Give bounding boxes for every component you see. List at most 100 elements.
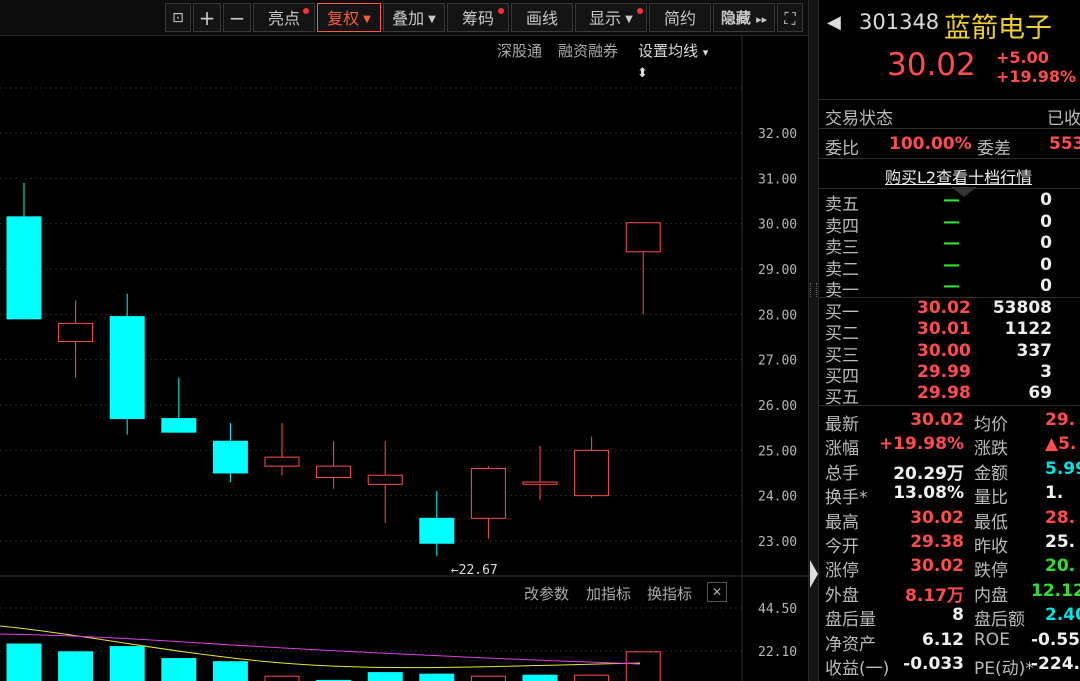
panel-splitter[interactable] — [808, 0, 819, 681]
candle-body — [522, 481, 558, 485]
volume-bar — [522, 674, 558, 681]
stat-label: 净资产 — [825, 634, 876, 655]
stat-value: +19.98% — [878, 434, 964, 455]
fullscreen-icon[interactable]: ⛶ — [777, 3, 803, 32]
divider — [819, 158, 1080, 159]
chevron-down-icon: ▼ — [363, 14, 371, 25]
stat-label: 内盘 — [974, 585, 1008, 606]
fuquan-label: 复权 — [327, 9, 360, 28]
overlay-dropdown[interactable]: 叠加 ▼ — [383, 3, 445, 32]
stat-label: 最新 — [825, 415, 859, 435]
divider — [819, 99, 1080, 100]
candle-body — [574, 449, 610, 497]
bid-price: 30.00 — [917, 340, 971, 361]
chips-button[interactable]: 筹码 — [447, 3, 509, 32]
grip-icon — [810, 283, 817, 297]
y-tick-label: 29.00 — [758, 263, 797, 278]
candle-body — [264, 456, 300, 467]
draw-line-button[interactable]: 画线 — [511, 3, 573, 32]
buy-l2-link[interactable]: 购买L2查看十档行情 — [885, 164, 1032, 188]
ask-price: — — [943, 211, 960, 232]
y-tick-label: 32.00 — [758, 127, 797, 142]
bid-price: 29.98 — [917, 383, 971, 404]
bid-volume: 3 — [1040, 361, 1052, 382]
candle-body — [6, 216, 42, 320]
stat-value: 29.38 — [910, 532, 964, 552]
zoom-out-button[interactable]: − — [223, 3, 251, 32]
highlight-label: 亮点 — [267, 9, 300, 28]
stat-value: 29. — [1045, 410, 1076, 430]
candle-body — [58, 322, 94, 343]
quote-panel: ◀ 301348 蓝箭电子 30.02 +5.00 +19.98% 交易状态 已… — [819, 0, 1080, 681]
notification-dot — [498, 8, 504, 14]
add-indicator-button[interactable]: 加指标 — [586, 583, 631, 604]
divider — [819, 128, 1080, 129]
trade-status-value: 已收 — [1047, 109, 1080, 129]
candle-body — [625, 222, 661, 253]
close-icon[interactable]: ✕ — [707, 582, 727, 602]
switch-indicator-button[interactable]: 换指标 — [647, 583, 692, 604]
stat-label: 涨幅 — [825, 439, 859, 460]
highlight-button[interactable]: 亮点 — [253, 3, 315, 32]
zoom-in-button[interactable]: + — [193, 3, 221, 32]
volume-bar — [264, 675, 300, 681]
volume-bar — [6, 643, 42, 681]
ma-line-yellow — [0, 625, 641, 669]
stat-label: 涨停 — [825, 561, 859, 582]
back-arrow-icon[interactable]: ◀ — [827, 12, 841, 33]
y-tick-label: 25.00 — [758, 444, 797, 459]
stat-value: 30.02 — [910, 410, 964, 430]
hide-label: 隐藏 — [720, 9, 751, 27]
volume-bar — [419, 673, 455, 681]
stock-code: 301348 — [859, 10, 940, 34]
y-tick-label: 26.00 — [758, 399, 797, 414]
y-tick-label: 24.00 — [758, 490, 797, 505]
unlock-icon[interactable]: ⊡ — [165, 3, 191, 32]
display-dropdown[interactable]: 显示 ▼ — [575, 3, 647, 32]
stat-label: 收益(一) — [825, 659, 890, 679]
stat-value: 30.02 — [910, 556, 964, 577]
stat-label: ROE — [974, 629, 1010, 650]
edit-params-button[interactable]: 改参数 — [524, 583, 569, 604]
volume-bar — [212, 661, 248, 681]
weibi-label: 委比 — [825, 139, 859, 159]
ask-price: — — [943, 233, 960, 253]
double-chevron-right-icon: ▸▸ — [756, 13, 768, 26]
volume-tick-label: 44.50 — [758, 602, 797, 617]
candle-body — [419, 517, 455, 544]
stat-value: 8.17万 — [905, 585, 964, 606]
last-price: 30.02 — [887, 47, 976, 83]
ask-volume: 0 — [1040, 190, 1052, 210]
y-tick-label: 30.00 — [758, 218, 797, 233]
bid-volume: 53808 — [992, 298, 1052, 318]
fuquan-dropdown[interactable]: 复权 ▼ — [317, 3, 381, 32]
candle-body — [316, 465, 352, 479]
low-price-annotation: ←22.67 — [451, 563, 498, 578]
ask-volume: 0 — [1040, 211, 1052, 232]
stat-value: 20.29万 — [893, 463, 964, 484]
stat-value: 28. — [1045, 507, 1076, 528]
stat-label: 最高 — [825, 512, 859, 533]
stat-label: 今开 — [825, 537, 859, 557]
price-change-pct: +19.98% — [996, 67, 1077, 86]
hide-panel-button[interactable]: 隐藏 ▸▸ — [713, 3, 775, 32]
stat-value: 25. — [1045, 532, 1076, 552]
overlay-label: 叠加 — [392, 9, 425, 28]
weibi-value: 100.00% — [889, 134, 972, 154]
bid-volume: 337 — [1016, 340, 1053, 361]
simple-mode-button[interactable]: 简约 — [649, 3, 711, 32]
volume-bar — [109, 646, 145, 681]
y-tick-label: 23.00 — [758, 535, 797, 550]
stat-value: 1. — [1045, 483, 1064, 504]
stat-label: 均价 — [974, 415, 1008, 435]
stat-label: PE(动)* — [974, 659, 1034, 679]
y-tick-label: 31.00 — [758, 172, 797, 187]
stat-value: -0.033 — [903, 654, 964, 674]
y-tick-label: 27.00 — [758, 354, 797, 369]
volume-bar — [58, 651, 94, 681]
trade-status-label: 交易状态 — [825, 109, 893, 129]
collapse-arrow-icon[interactable] — [810, 560, 818, 588]
stat-label: 盘后额 — [974, 610, 1025, 631]
stat-label: 金额 — [974, 463, 1008, 484]
price-change: +5.00 — [996, 48, 1049, 67]
